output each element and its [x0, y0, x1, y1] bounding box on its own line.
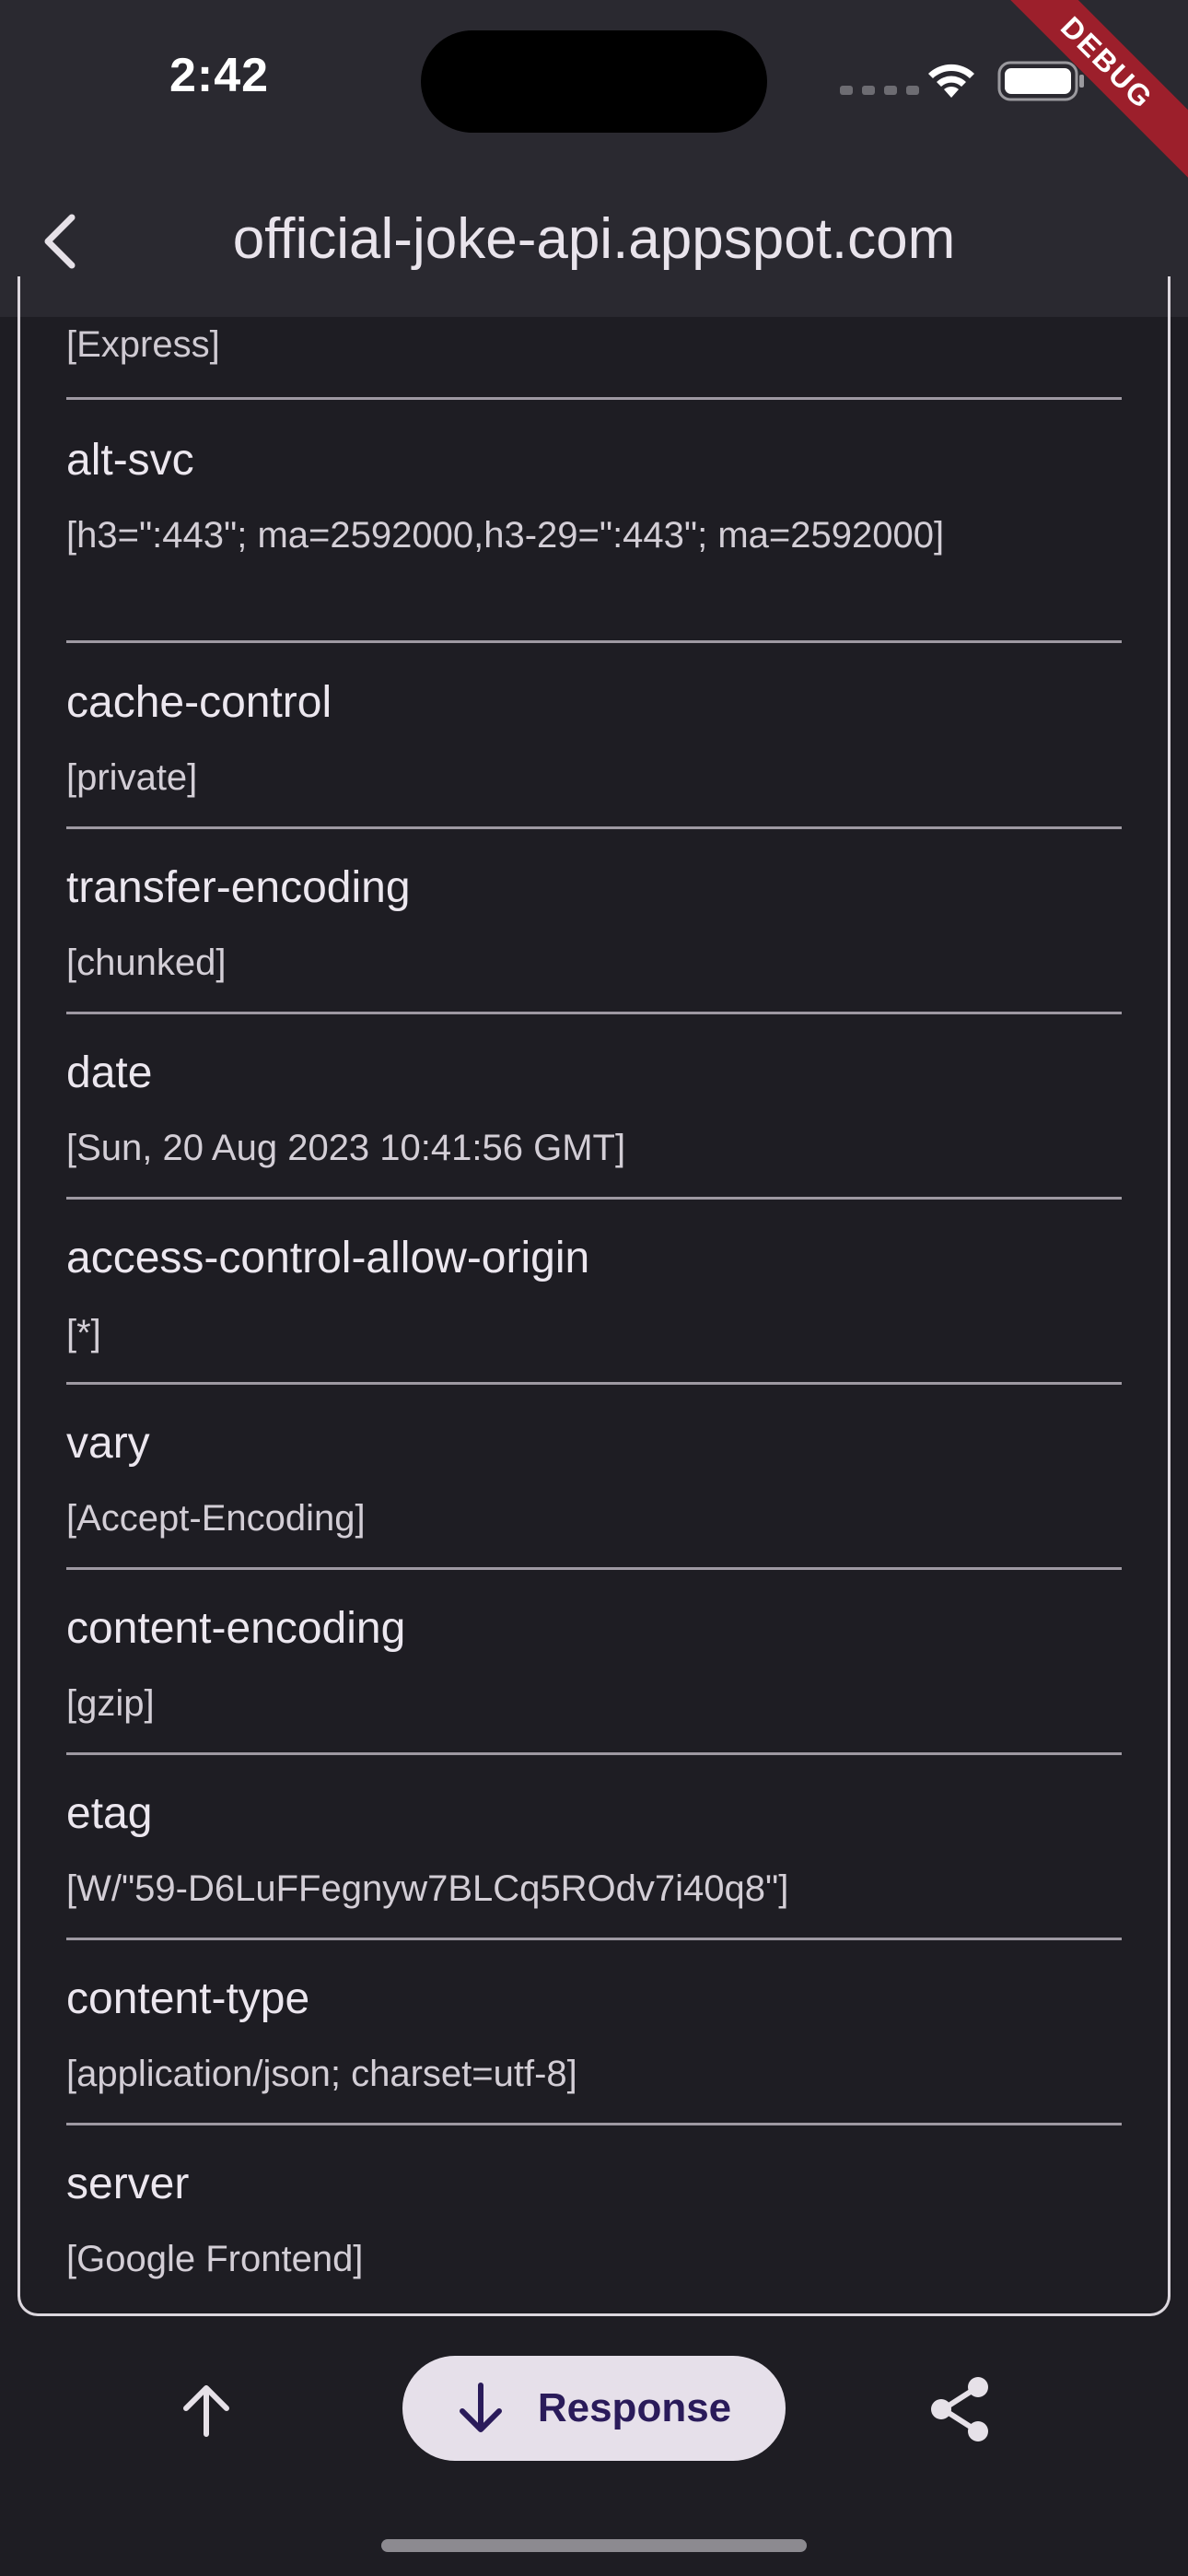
- divider: [66, 1752, 1122, 1755]
- scroll-to-top-button[interactable]: [173, 2377, 239, 2443]
- home-indicator[interactable]: [381, 2539, 807, 2552]
- divider: [66, 2123, 1122, 2125]
- header-value: [Sun, 20 Aug 2023 10:41:56 GMT]: [66, 1128, 626, 1168]
- header-value: [W/"59-D6LuFFegnyw7BLCq5ROdv7i40q8"]: [66, 1868, 789, 1909]
- header-key: content-type: [66, 1974, 310, 2023]
- share-icon[interactable]: [928, 2375, 993, 2443]
- header-key: cache-control: [66, 678, 332, 727]
- divider: [66, 640, 1122, 643]
- response-button-label: Response: [537, 2385, 732, 2430]
- header-value: [h3=":443"; ma=2592000,h3-29=":443"; ma=…: [66, 515, 945, 556]
- header-key: server: [66, 2160, 190, 2208]
- header-value: [application/json; charset=utf-8]: [66, 2054, 577, 2094]
- arrow-up-icon: [183, 2385, 229, 2437]
- battery-icon: [997, 61, 1084, 101]
- header-key: alt-svc: [66, 436, 194, 485]
- divider: [66, 1938, 1122, 1940]
- header-key: transfer-encoding: [66, 863, 411, 912]
- header-value: [Express]: [66, 324, 220, 365]
- app-bar: 2:42 DEBUG official-joke-api.appspot.com: [0, 0, 1188, 317]
- header-value: [chunked]: [66, 943, 227, 983]
- status-time: 2:42: [169, 49, 270, 102]
- page-title: official-joke-api.appspot.com: [232, 207, 956, 271]
- divider: [66, 1382, 1122, 1385]
- divider: [66, 1197, 1122, 1200]
- arrow-down-icon: [459, 2383, 502, 2432]
- header-value: [Accept-Encoding]: [66, 1498, 366, 1539]
- divider: [66, 1567, 1122, 1570]
- divider: [66, 397, 1122, 400]
- header-value: [*]: [66, 1313, 101, 1353]
- response-button[interactable]: Response: [402, 2356, 786, 2461]
- cellular-signal-icon: [840, 86, 919, 95]
- divider: [66, 1012, 1122, 1014]
- dynamic-island: [421, 30, 767, 133]
- header-value: [Google Frontend]: [66, 2239, 364, 2279]
- header-key: vary: [66, 1419, 150, 1468]
- screen: 2:42 DEBUG official-joke-api.appspot.com…: [0, 0, 1188, 2576]
- header-key: etag: [66, 1789, 153, 1838]
- header-key: date: [66, 1048, 153, 1097]
- header-key: access-control-allow-origin: [66, 1234, 590, 1282]
- header-key: content-encoding: [66, 1604, 406, 1653]
- header-value: [gzip]: [66, 1683, 155, 1724]
- wifi-icon: [928, 64, 974, 98]
- divider: [66, 826, 1122, 829]
- header-value: [private]: [66, 757, 198, 798]
